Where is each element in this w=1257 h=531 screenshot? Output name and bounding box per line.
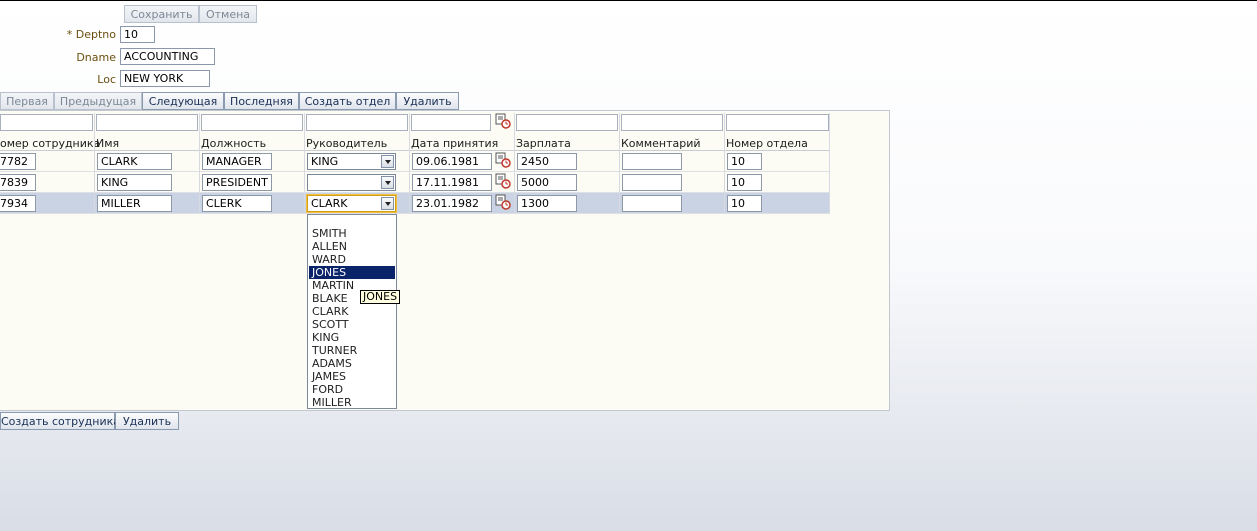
calendar-icon[interactable] [495, 152, 511, 168]
dropdown-option[interactable]: SCOTT [309, 318, 395, 331]
dropdown-option[interactable]: FORD [309, 383, 395, 396]
chevron-down-icon[interactable] [381, 155, 394, 168]
calendar-icon[interactable] [495, 173, 511, 189]
next-button[interactable]: Следующая [142, 92, 224, 110]
create-employee-button[interactable]: Создать сотрудника [0, 412, 120, 430]
column-separator [514, 113, 515, 214]
delete-department-button[interactable]: Удалить [396, 92, 459, 110]
deptno-cell[interactable]: 10 [727, 174, 762, 191]
filter-hiredate[interactable] [411, 114, 491, 131]
loc-label: Loc [97, 73, 116, 86]
column-separator [724, 113, 725, 214]
previous-button[interactable]: Предыдущая [54, 92, 142, 110]
empno-cell[interactable]: 7934 [0, 195, 36, 212]
deptno-label: * Deptno [66, 28, 116, 41]
empno-cell[interactable]: 7782 [0, 153, 36, 170]
job-cell[interactable]: CLERK [202, 195, 272, 212]
calendar-icon[interactable] [495, 194, 511, 210]
filter-deptno[interactable] [726, 114, 829, 131]
dropdown-option[interactable]: MILLER [309, 396, 395, 409]
delete-employee-button[interactable]: Удалить [115, 412, 179, 430]
column-separator [619, 113, 620, 214]
column-separator [829, 113, 830, 214]
option-tooltip: JONES [360, 290, 401, 304]
deptno-cell[interactable]: 10 [727, 153, 762, 170]
ename-cell[interactable]: MILLER [97, 195, 172, 212]
dropdown-option[interactable]: ADAMS [309, 357, 395, 370]
filter-empno[interactable] [0, 114, 93, 131]
deptno-field[interactable] [120, 26, 155, 43]
header-sal[interactable]: Зарплата [516, 137, 571, 150]
header-hiredate[interactable]: Дата принятия [411, 137, 498, 150]
ename-cell[interactable]: CLARK [97, 153, 172, 170]
job-cell[interactable]: MANAGER [202, 153, 272, 170]
comment-cell[interactable] [622, 174, 682, 191]
last-button[interactable]: Последняя [224, 92, 299, 110]
window-top-border [0, 0, 1257, 1]
salary-cell[interactable]: 5000 [517, 174, 577, 191]
hiredate-cell[interactable]: 17.11.1981 [412, 174, 492, 191]
filter-job[interactable] [201, 114, 303, 131]
header-job[interactable]: Должность [201, 137, 266, 150]
manager-select[interactable]: KING [307, 153, 396, 170]
save-button[interactable]: Сохранить [124, 5, 199, 23]
header-ename[interactable]: Имя [96, 137, 119, 150]
dropdown-option[interactable]: SMITH [309, 227, 395, 240]
comment-cell[interactable] [622, 195, 682, 212]
job-cell[interactable]: PRESIDENT [202, 174, 272, 191]
filter-comm[interactable] [621, 114, 723, 131]
dropdown-option-highlighted[interactable]: JONES [309, 266, 395, 279]
manager-dropdown-list[interactable]: SMITH ALLEN WARD JONES MARTIN BLAKE CLAR… [307, 214, 397, 409]
dname-field[interactable] [120, 48, 215, 65]
dropdown-option[interactable]: CLARK [309, 305, 395, 318]
column-separator [409, 113, 410, 214]
calendar-icon[interactable] [495, 113, 511, 129]
salary-cell[interactable]: 2450 [517, 153, 577, 170]
hiredate-cell[interactable]: 23.01.1982 [412, 195, 492, 212]
dropdown-option[interactable]: KING [309, 331, 395, 344]
comment-cell[interactable] [622, 153, 682, 170]
column-separator [304, 113, 305, 214]
header-deptno[interactable]: Номер отдела [726, 137, 808, 150]
deptno-cell[interactable]: 10 [727, 195, 762, 212]
dropdown-option[interactable]: ALLEN [309, 240, 395, 253]
filter-sal[interactable] [516, 114, 618, 131]
empno-cell[interactable]: 7839 [0, 174, 36, 191]
cancel-button[interactable]: Отмена [199, 5, 257, 23]
dropdown-option[interactable]: JAMES [309, 370, 395, 383]
header-mgr[interactable]: Руководитель [306, 137, 387, 150]
chevron-down-icon[interactable] [381, 197, 394, 210]
header-comm[interactable]: Комментарий [621, 137, 701, 150]
column-separator [94, 113, 95, 214]
header-empno[interactable]: омер сотрудника [0, 137, 100, 150]
first-button[interactable]: Первая [0, 92, 54, 110]
dname-label: Dname [76, 51, 116, 64]
salary-cell[interactable]: 1300 [517, 195, 577, 212]
filter-ename[interactable] [96, 114, 198, 131]
create-department-button[interactable]: Создать отдел [299, 92, 396, 110]
loc-field[interactable] [120, 70, 210, 87]
hiredate-cell[interactable]: 09.06.1981 [412, 153, 492, 170]
manager-select-value: KING [311, 155, 339, 168]
ename-cell[interactable]: KING [97, 174, 172, 191]
dropdown-option[interactable]: WARD [309, 253, 395, 266]
chevron-down-icon[interactable] [381, 176, 394, 189]
filter-mgr[interactable] [306, 114, 408, 131]
dropdown-option[interactable]: TURNER [309, 344, 395, 357]
manager-select[interactable] [307, 174, 396, 191]
manager-select-open[interactable]: CLARK [307, 195, 396, 212]
column-separator [199, 113, 200, 214]
manager-select-value: CLARK [311, 197, 348, 210]
